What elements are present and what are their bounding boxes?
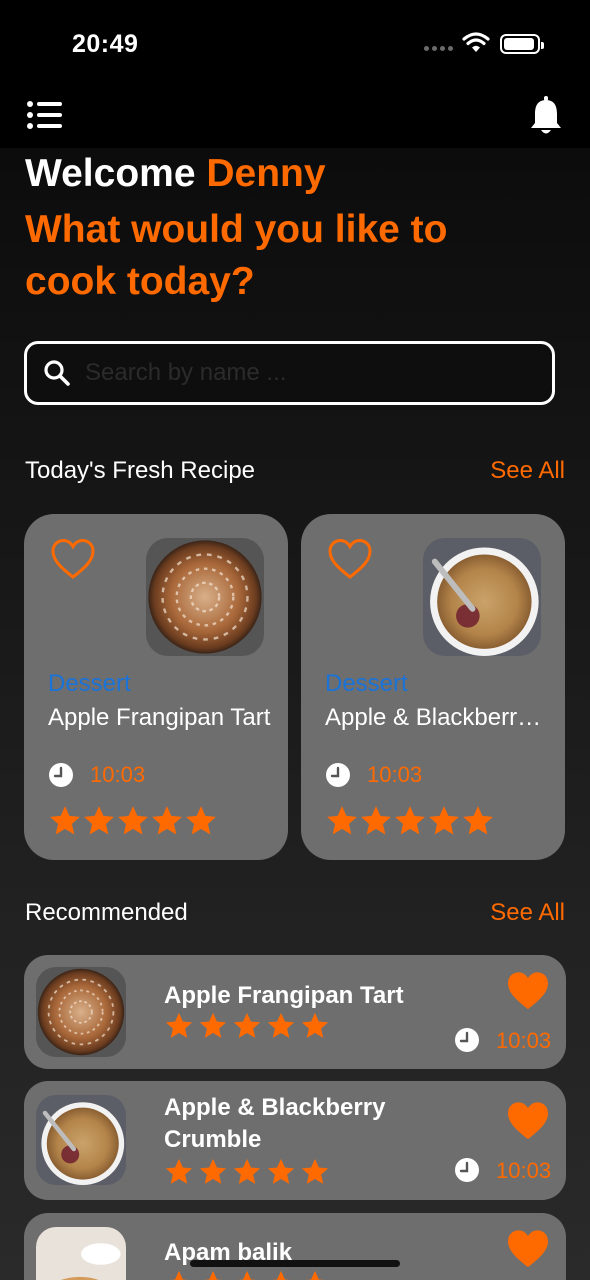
star-icon	[267, 1158, 295, 1184]
star-icon	[199, 1158, 227, 1184]
star-icon	[50, 806, 80, 835]
home-content: Welcome Denny What would you like to coo…	[0, 148, 590, 1280]
menu-icon[interactable]	[26, 100, 64, 130]
heart-filled-icon[interactable]	[506, 971, 550, 1011]
recipe-title: Apple Frangipan Tart	[164, 982, 404, 1009]
status-time: 20:49	[72, 30, 139, 58]
recommended-item[interactable]: Apple Frangipan Tart 10:03	[24, 955, 566, 1069]
signal-dots-icon	[424, 46, 454, 52]
search-icon	[44, 360, 70, 386]
star-icon	[118, 806, 148, 835]
recipe-photo	[146, 538, 264, 656]
heart-outline-icon[interactable]	[50, 538, 96, 580]
status-bar: 20:49	[0, 0, 590, 88]
battery-icon	[500, 34, 544, 54]
star-icon	[301, 1158, 329, 1184]
user-name: Denny	[206, 152, 326, 195]
recipe-title: Apple Frangipan Tart	[48, 704, 271, 731]
recipe-category: Dessert	[48, 670, 131, 697]
search-bar	[24, 341, 555, 405]
star-icon	[233, 1270, 261, 1280]
star-icon	[301, 1012, 329, 1038]
star-icon	[267, 1012, 295, 1038]
recipe-title: Apple & Blackberry Crumble	[164, 1094, 386, 1153]
fresh-see-all-link[interactable]: See All	[490, 457, 565, 485]
star-icon	[395, 806, 425, 835]
recipe-photo	[36, 967, 126, 1057]
clock-icon	[455, 1158, 479, 1182]
recipe-time: 10:03	[90, 762, 146, 787]
bell-icon[interactable]	[528, 96, 564, 136]
recommended-see-all-link[interactable]: See All	[490, 899, 565, 927]
recommended-item[interactable]: Apple & Blackberry Crumble 10:03	[24, 1081, 566, 1200]
clock-icon	[455, 1028, 479, 1052]
star-icon	[267, 1270, 295, 1280]
clock-icon	[49, 763, 73, 787]
star-icon	[463, 806, 493, 835]
star-icon	[301, 1270, 329, 1280]
welcome-heading: Welcome Denny	[25, 152, 326, 196]
star-icon	[165, 1270, 193, 1280]
star-icon	[429, 806, 459, 835]
star-icon	[199, 1270, 227, 1280]
star-icon	[186, 806, 216, 835]
heart-filled-icon[interactable]	[506, 1229, 550, 1269]
recipe-photo	[36, 1227, 126, 1280]
recommended-item[interactable]: Apam balik	[24, 1213, 566, 1280]
recipe-title: Apple & Blackberry Crumble	[325, 704, 553, 731]
fresh-recipe-card[interactable]: Dessert Apple Frangipan Tart 10:03	[24, 514, 288, 860]
star-icon	[233, 1158, 261, 1184]
star-rating	[327, 806, 493, 835]
star-rating	[165, 1270, 329, 1280]
recipe-photo	[36, 1095, 126, 1185]
star-rating	[50, 806, 216, 835]
cook-question: What would you like to cook today?	[25, 208, 448, 303]
star-icon	[233, 1012, 261, 1038]
recommended-section-title: Recommended	[25, 899, 188, 926]
app-bar	[0, 88, 590, 148]
welcome-prefix: Welcome	[25, 152, 196, 195]
star-icon	[152, 806, 182, 835]
star-icon	[361, 806, 391, 835]
heart-filled-icon[interactable]	[506, 1101, 550, 1141]
fresh-recipe-card[interactable]: Dessert Apple & Blackberry Crumble 10:03	[301, 514, 565, 860]
recipe-time: 10:03	[496, 1158, 552, 1183]
search-input[interactable]	[71, 344, 552, 402]
star-rating	[165, 1158, 329, 1184]
clock-icon	[326, 763, 350, 787]
star-rating	[165, 1012, 329, 1038]
recipe-category: Dessert	[325, 670, 408, 697]
recipe-time: 10:03	[367, 762, 423, 787]
wifi-icon	[462, 32, 490, 52]
heart-outline-icon[interactable]	[327, 538, 373, 580]
star-icon	[327, 806, 357, 835]
star-icon	[165, 1012, 193, 1038]
recipe-photo	[423, 538, 541, 656]
home-indicator[interactable]	[190, 1260, 400, 1267]
recipe-time: 10:03	[496, 1028, 552, 1053]
star-icon	[84, 806, 114, 835]
fresh-section-title: Today's Fresh Recipe	[25, 457, 256, 484]
star-icon	[165, 1158, 193, 1184]
star-icon	[199, 1012, 227, 1038]
